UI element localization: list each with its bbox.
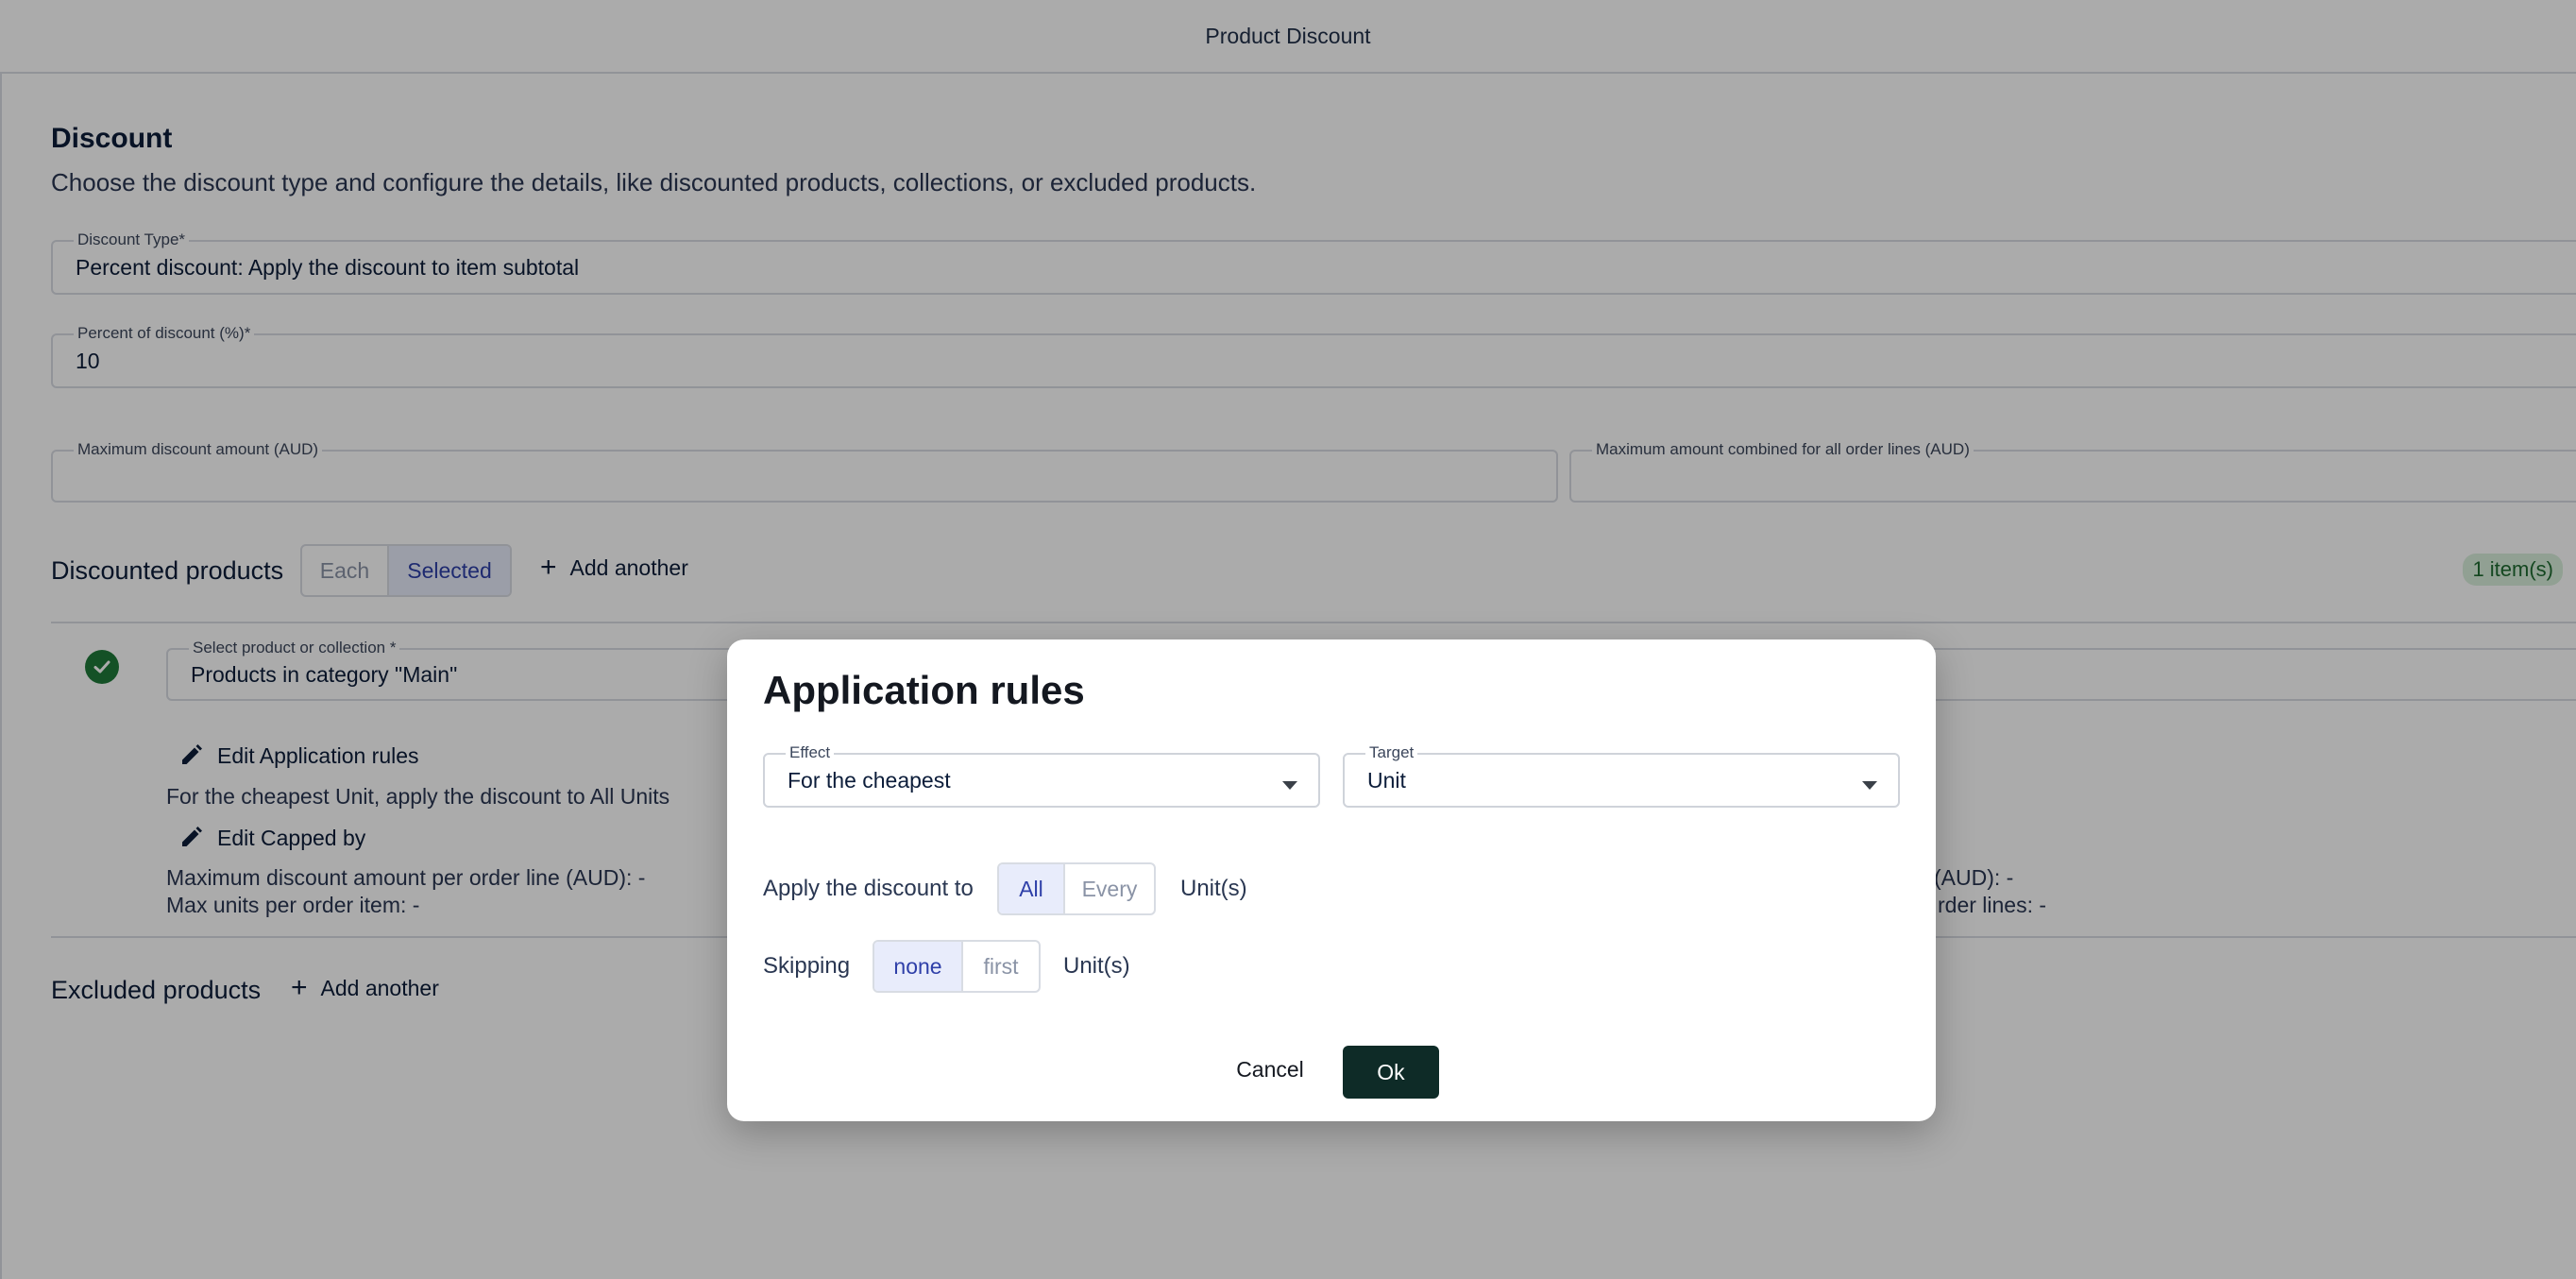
apply-unit-label: Unit(s): [1180, 876, 1247, 901]
skip-option-first[interactable]: first: [961, 942, 1039, 991]
skip-option-none[interactable]: none: [874, 942, 961, 991]
target-value: Unit: [1367, 768, 1406, 793]
apply-discount-label: Apply the discount to: [763, 876, 974, 901]
target-select[interactable]: Target Unit: [1343, 743, 1900, 808]
effect-select[interactable]: Effect For the cheapest: [763, 743, 1320, 808]
skipping-label: Skipping: [763, 953, 851, 979]
apply-discount-toggle: All Every: [997, 862, 1156, 915]
effect-label: Effect: [786, 743, 835, 762]
target-label: Target: [1365, 743, 1418, 762]
ok-button[interactable]: Ok: [1343, 1046, 1439, 1099]
cancel-button[interactable]: Cancel: [1228, 1046, 1313, 1093]
chevron-down-icon: [1862, 781, 1877, 790]
apply-option-every[interactable]: Every: [1063, 864, 1154, 913]
skipping-toggle: none first: [873, 940, 1041, 993]
dialog-title: Application rules: [763, 668, 1085, 712]
chevron-down-icon: [1282, 781, 1297, 790]
application-rules-dialog: Application rules Effect For the cheapes…: [727, 640, 1936, 1121]
apply-option-all[interactable]: All: [999, 864, 1063, 913]
skip-unit-label: Unit(s): [1063, 953, 1130, 979]
effect-value: For the cheapest: [788, 768, 951, 793]
